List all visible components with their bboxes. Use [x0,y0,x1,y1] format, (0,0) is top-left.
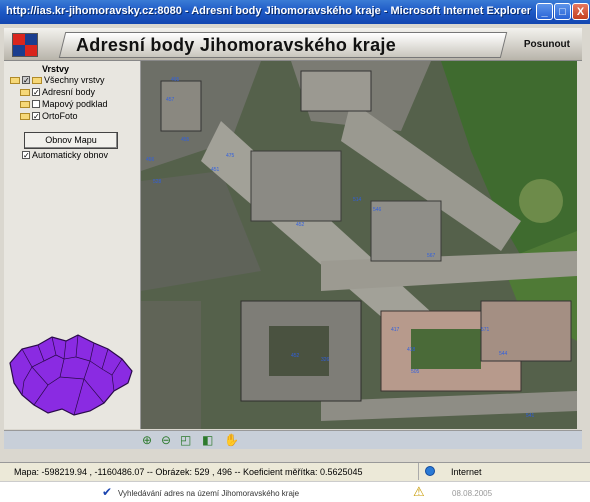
zone-label: Internet [451,467,482,477]
page-title: Adresní body Jihomoravského kraje [76,35,397,55]
zoom-extent-icon[interactable]: ◰ [180,433,191,447]
address-label: 528 [153,179,162,185]
address-label: 541 [526,413,535,419]
auto-refresh-option[interactable]: ✓ Automaticky obnov [22,150,108,160]
address-label: 417 [391,327,400,333]
layer-label: Mapový podklad [42,99,108,109]
layer-item-mapovy-podklad[interactable]: Mapový podklad [10,98,108,110]
address-label: 451 [211,167,220,173]
layer-item-all[interactable]: ✓ Všechny vrstvy [10,74,108,86]
caption-strip: ✔ Vyhledávání adres na území Jihomoravsk… [0,481,590,502]
minimize-button[interactable]: _ [536,3,553,20]
address-label: 452 [296,222,305,228]
app-header: Adresní body Jihomoravského kraje Posuno… [4,28,582,61]
auto-refresh-label: Automaticky obnov [32,150,109,160]
layers-panel: Vrstvy ✓ Všechny vrstvy ✓ Adresní body M… [4,61,141,429]
layer-checkbox[interactable] [32,100,40,108]
caption-text: Vyhledávání adres na území Jihomoravskéh… [118,489,300,498]
address-label: 505 [411,369,420,375]
app-frame: Adresní body Jihomoravského kraje Posuno… [0,24,590,462]
pan-hand-icon[interactable]: ✋ [224,433,239,447]
folder-icon [20,88,30,96]
status-text: Mapa: -598219.94 , -1160486.07 -- Obráze… [14,467,363,477]
map-toolbar: ⊕ ⊖ ◰ ◧ ✋ [4,430,582,449]
address-label: 546 [373,207,382,213]
ortho-photo: 465 457 455 456 451 475 528 452 514 546 … [141,61,577,429]
security-zone: Internet [418,463,589,480]
address-label: 455 [181,137,190,143]
globe-icon [425,466,435,476]
refresh-map-button[interactable]: Obnov Mapu [24,132,118,149]
layer-item-ortofoto[interactable]: ✓ OrtoFoto [10,110,108,122]
address-label: 457 [166,97,175,103]
maximize-button[interactable]: □ [554,3,571,20]
caption-date: 08.08.2005 [452,489,493,498]
address-label: 567 [427,253,436,259]
overview-map[interactable] [4,319,140,429]
layer-checkbox[interactable]: ✓ [32,88,40,97]
zoom-in-icon[interactable]: ⊕ [142,433,152,447]
address-label: 544 [499,351,508,357]
zoom-out-icon[interactable]: ⊖ [161,433,171,447]
layer-item-adresni-body[interactable]: ✓ Adresní body [10,86,108,98]
layers-heading: Vrstvy [42,64,70,74]
address-label: 418 [407,347,416,353]
ortho-map-view[interactable]: 465 457 455 456 451 475 528 452 514 546 … [141,61,577,429]
window-title: http://ias.kr-jihomoravsky.cz:8080 - Adr… [6,5,532,17]
address-label: 456 [146,157,155,163]
auto-refresh-checkbox[interactable]: ✓ [22,151,30,160]
window-titlebar: http://ias.kr-jihomoravsky.cz:8080 - Adr… [0,0,590,24]
layer-label: OrtoFoto [42,111,78,121]
folder-icon [20,100,30,108]
czech-regions-map [9,334,133,416]
layer-tree: ✓ Všechny vrstvy ✓ Adresní body Mapový p… [10,74,108,122]
layer-label: Všechny vrstvy [44,75,105,85]
address-label: 514 [353,197,362,203]
checkmark-icon: ✔ [102,485,113,499]
address-label: 452 [291,353,300,359]
address-label: 326 [321,357,330,363]
browser-status-bar: Mapa: -598219.94 , -1160486.07 -- Obráze… [0,462,590,481]
close-button[interactable]: X [572,3,589,20]
region-logo-icon [12,33,38,57]
layer-checkbox[interactable]: ✓ [32,112,40,121]
address-label: 571 [481,327,490,333]
address-label: 465 [171,77,180,83]
layer-all-checkbox[interactable]: ✓ [22,76,30,85]
pan-mode-label: Posunout [523,39,570,50]
zoom-previous-icon[interactable]: ◧ [202,433,213,447]
folder-icon [32,76,42,84]
layer-label: Adresní body [42,87,96,97]
folder-icon [20,112,30,120]
warning-icon: ⚠ [413,484,425,499]
address-label: 475 [226,153,235,159]
folder-icon [10,76,20,84]
